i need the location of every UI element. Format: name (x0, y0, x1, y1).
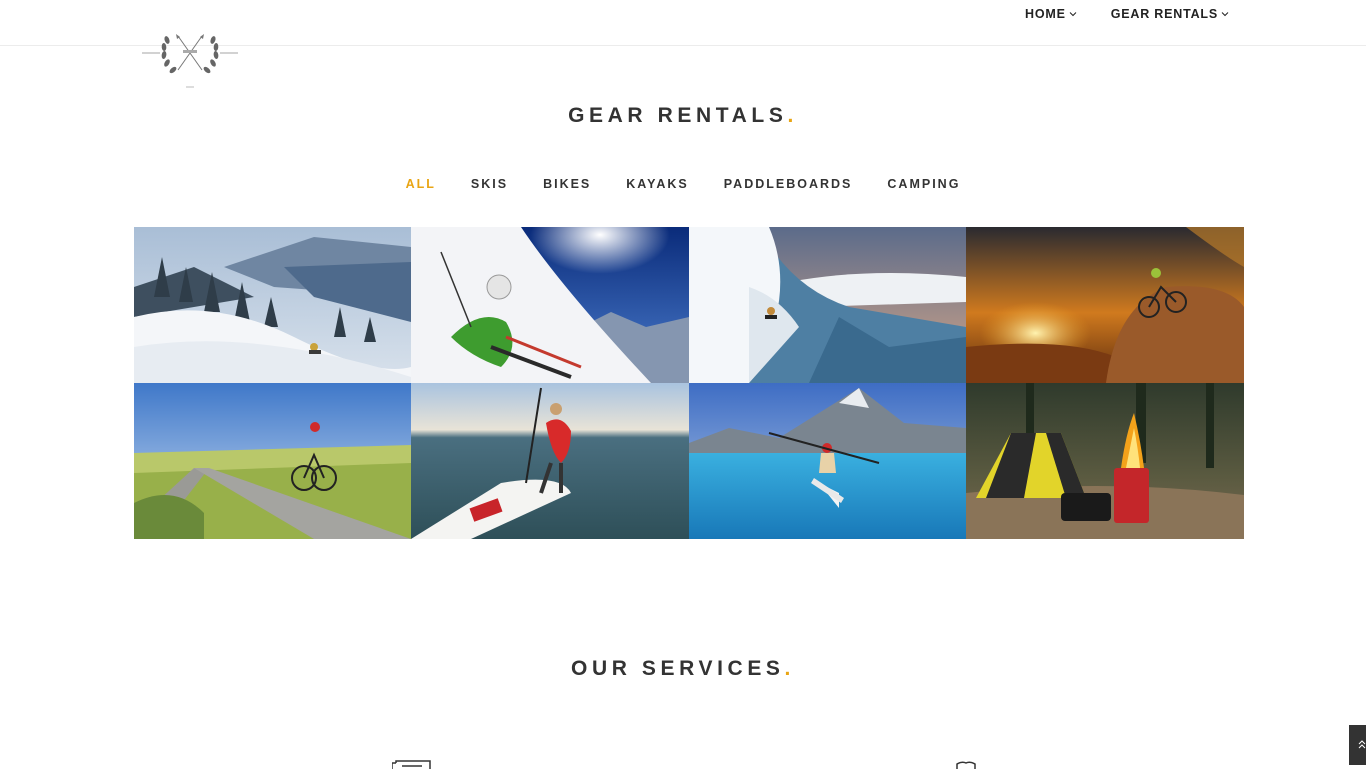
photo-skiing-steep-mountain (689, 227, 966, 383)
our-services-title-text: OUR SERVICES (571, 657, 785, 680)
title-accent-dot: . (787, 104, 798, 127)
filter-paddleboards[interactable]: PADDLEBOARDS (724, 177, 853, 191)
filter-skis[interactable]: SKIS (471, 177, 508, 191)
gallery-item-kayaking[interactable] (689, 383, 966, 539)
photo-kayaking (689, 383, 966, 539)
photo-camping (966, 383, 1244, 539)
photo-paddleboarding (411, 383, 689, 539)
gallery-item-skiing-forest[interactable] (134, 227, 411, 383)
nav-home-label: HOME (1025, 7, 1066, 21)
gallery-item-road-cycling[interactable] (134, 383, 411, 539)
gear-rentals-title: GEAR RENTALS. (0, 104, 1366, 128)
gallery-item-camping[interactable] (966, 383, 1244, 539)
filter-bikes[interactable]: BIKES (543, 177, 591, 191)
arrow-up-icon (1358, 740, 1366, 749)
main-nav: HOME GEAR RENTALS (1025, 7, 1229, 21)
filter-camping[interactable]: CAMPING (887, 177, 960, 191)
gallery-item-skiing-green-jacket[interactable] (411, 227, 689, 383)
scroll-to-top-button[interactable] (1349, 725, 1366, 765)
gallery-item-mountain-biking-sunset[interactable] (966, 227, 1244, 383)
gallery-item-skiing-steep-mountain[interactable] (689, 227, 966, 383)
document-icon (392, 760, 431, 769)
nav-gear-rentals[interactable]: GEAR RENTALS (1111, 7, 1229, 21)
gallery-item-paddleboarding[interactable] (411, 383, 689, 539)
gear-rentals-title-text: GEAR RENTALS (568, 104, 788, 127)
photo-road-cycling (134, 383, 411, 539)
nav-gear-rentals-label: GEAR RENTALS (1110, 7, 1218, 21)
photo-skiing-forest (134, 227, 411, 383)
photo-mountain-biking-sunset (966, 227, 1244, 383)
our-services-title: OUR SERVICES. (0, 657, 1366, 681)
nav-home[interactable]: HOME (1025, 7, 1077, 21)
chevron-down-icon (1069, 12, 1077, 17)
shield-icon (956, 761, 976, 769)
gear-gallery (134, 227, 1244, 539)
title-accent-dot: . (784, 657, 795, 680)
gallery-filters: ALL SKIS BIKES KAYAKS PADDLEBOARDS CAMPI… (0, 177, 1366, 191)
filter-all[interactable]: ALL (406, 177, 436, 191)
site-logo[interactable] (140, 28, 240, 90)
page: HOME GEAR RENTALS GEAR RENTALS. ALL SKIS… (0, 0, 1366, 769)
chevron-down-icon (1221, 12, 1229, 17)
photo-skiing-green-jacket (411, 227, 689, 383)
filter-kayaks[interactable]: KAYAKS (626, 177, 689, 191)
laurel-logo (142, 34, 238, 88)
